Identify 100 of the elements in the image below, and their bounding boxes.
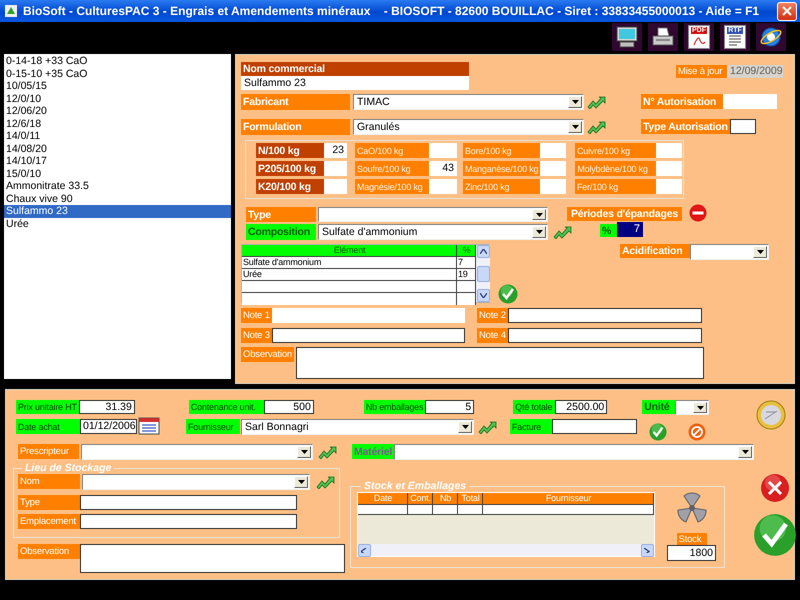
close-button[interactable] <box>777 2 797 20</box>
dropdown-field[interactable] <box>81 444 313 460</box>
caret-icon <box>298 480 304 484</box>
caret-icon <box>300 450 308 454</box>
field-label: Nom <box>18 474 80 489</box>
column-header: Fournisseur <box>483 493 654 504</box>
list-item[interactable]: Urée <box>4 218 231 230</box>
trend-arrow-icon[interactable] <box>587 120 606 134</box>
field-label: Type <box>18 495 80 510</box>
field-label: N/100 kg <box>256 143 324 158</box>
column-header: Cont. <box>408 493 433 504</box>
text-field[interactable] <box>80 495 297 510</box>
trend-arrow-icon[interactable] <box>318 445 337 459</box>
caret-icon <box>536 230 542 234</box>
dropdown-field[interactable] <box>394 444 754 460</box>
column-header: Date <box>358 493 408 504</box>
table-cell: Urée <box>242 269 457 280</box>
field-label: Note 3 <box>241 328 272 343</box>
column-header: Elément <box>242 245 457 256</box>
check-icon[interactable] <box>498 284 518 304</box>
dropdown-field[interactable] <box>82 474 310 490</box>
app-icon <box>4 4 18 18</box>
field-label: Bore/100 kg <box>463 143 540 158</box>
trend-arrow-icon[interactable] <box>478 420 497 434</box>
field-label: Formulation <box>241 119 350 135</box>
scroll-thumb[interactable] <box>476 266 490 282</box>
text-field[interactable]: 1800 <box>667 545 716 561</box>
caret-icon <box>462 425 468 429</box>
confirm-icon[interactable] <box>753 513 797 557</box>
text-field[interactable]: 43 <box>429 161 457 176</box>
caret-icon <box>742 450 749 454</box>
field-label: CaO/100 kg <box>355 143 429 158</box>
field-label: Fer/100 kg <box>575 179 656 194</box>
coin-icon[interactable] <box>756 400 786 430</box>
text-field[interactable] <box>508 328 702 343</box>
caret-icon <box>756 250 764 254</box>
field-label: Fabricant <box>241 94 350 110</box>
field-label: Soufre/100 kg <box>355 161 429 176</box>
dropdown-field[interactable]: TIMAC <box>353 94 584 110</box>
field-label: Acidification <box>620 244 690 258</box>
text-field[interactable]: 2500.00 <box>555 400 608 414</box>
text-field[interactable]: 23 <box>324 143 347 158</box>
field-label: Observation <box>18 544 80 559</box>
calendar-icon[interactable] <box>138 417 160 435</box>
scroll-up-button[interactable] <box>476 245 490 258</box>
text-field[interactable] <box>80 514 297 529</box>
field-label: Type Autorisation <box>641 119 730 134</box>
text-field[interactable]: Sulfammo 23 <box>241 76 469 90</box>
scroll-left-button[interactable] <box>358 544 371 557</box>
fan-icon[interactable] <box>676 492 708 524</box>
text-field[interactable]: 5 <box>425 400 474 414</box>
field-label: Nb emballages <box>364 400 426 414</box>
list-item[interactable]: Sulfammo 23 <box>4 205 231 218</box>
table-cell: 19 <box>457 269 476 280</box>
scroll-right-button[interactable] <box>641 544 654 557</box>
check-icon[interactable] <box>649 423 667 441</box>
field-label: Note 2 <box>477 308 508 323</box>
trend-arrow-icon[interactable] <box>587 95 606 109</box>
dropdown-field[interactable] <box>318 207 548 222</box>
field-label: Composition <box>246 224 316 240</box>
column-header: % <box>457 245 476 256</box>
percent-value: 7 <box>617 222 643 237</box>
dropdown-field[interactable] <box>675 400 710 415</box>
caret-icon <box>572 125 578 129</box>
observation-field[interactable] <box>296 347 704 379</box>
field-label: Manganèse/100 kg <box>463 161 540 176</box>
field-label: Type <box>246 207 316 222</box>
field-label: N° Autorisation <box>641 94 723 109</box>
text-field[interactable] <box>508 308 702 323</box>
text-field[interactable] <box>272 328 465 343</box>
caret-icon <box>536 212 542 216</box>
group-title: Lieu de Stockage <box>24 462 112 474</box>
trend-arrow-icon[interactable] <box>316 475 335 489</box>
field-label: Emplacement <box>18 514 80 529</box>
dropdown-field[interactable]: Sulfate d'ammonium <box>318 224 548 240</box>
field-label: Nom commercial <box>241 62 469 76</box>
field-label: Cuivre/100 kg <box>575 143 656 158</box>
dropdown-field[interactable]: Sarl Bonnagri <box>241 419 474 435</box>
column-header: Nb <box>433 493 458 504</box>
text-field[interactable] <box>552 419 637 434</box>
cancel-icon[interactable] <box>688 423 706 441</box>
dropdown-field[interactable] <box>690 244 769 260</box>
observation-field[interactable] <box>80 544 345 573</box>
text-field[interactable] <box>730 119 756 134</box>
text-field[interactable]: 500 <box>264 400 314 414</box>
dropdown-field[interactable]: Granulés <box>353 119 584 135</box>
field-label: Qté totale <box>513 400 556 414</box>
field-label: Stock <box>676 533 706 545</box>
no-entry-icon[interactable] <box>689 204 707 222</box>
table-cell: 7 <box>457 257 476 268</box>
scroll-down-button[interactable] <box>476 289 490 302</box>
trend-arrow-icon[interactable] <box>553 225 572 239</box>
field-label: % <box>600 224 617 237</box>
field-label: Note 1 <box>241 308 272 323</box>
text-field[interactable]: 31.39 <box>78 400 135 414</box>
delete-icon[interactable] <box>760 473 790 503</box>
field-label: Prix unitaire HT <box>16 400 79 414</box>
field-label: Molybdène/100 kg <box>575 161 656 176</box>
text-field[interactable]: 01/12/2006 <box>80 419 137 434</box>
field-label: Note 4 <box>477 328 508 343</box>
